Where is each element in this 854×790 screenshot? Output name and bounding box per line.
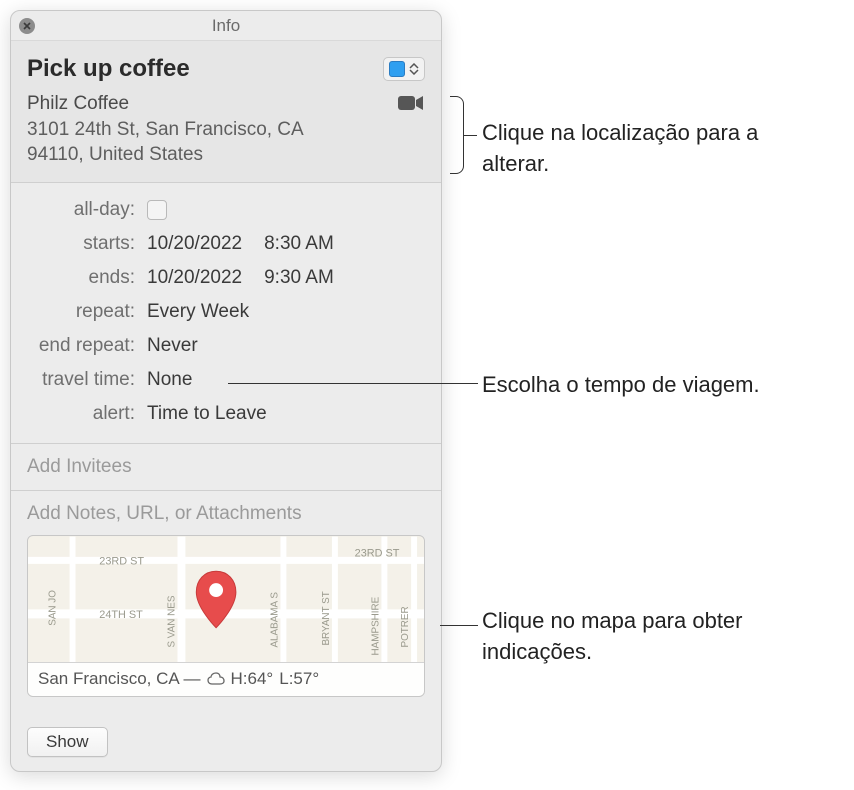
callout-connector <box>228 383 478 384</box>
close-icon <box>22 21 32 31</box>
callout-map: Clique no mapa para obter indicações. <box>482 606 812 668</box>
weather-lo: L:57° <box>279 669 319 689</box>
map-canvas: 23RD ST 23RD ST 24TH ST SAN JO S VAN NES… <box>28 536 424 664</box>
event-details: all-day: starts: 10/20/2022 8:30 AM ends… <box>11 183 441 444</box>
all-day-checkbox[interactable] <box>147 200 167 220</box>
location-line2: 3101 24th St, San Francisco, CA <box>27 117 304 143</box>
calendar-picker[interactable] <box>383 57 425 81</box>
titlebar: Info <box>11 11 441 41</box>
callout-travel-time: Escolha o tempo de viagem. <box>482 370 760 401</box>
callout-connector <box>440 625 478 626</box>
svg-text:SAN JO: SAN JO <box>48 590 59 626</box>
label-repeat: repeat: <box>27 301 147 323</box>
callout-brace <box>450 96 464 174</box>
starts-time[interactable]: 8:30 AM <box>264 233 334 255</box>
add-notes-field[interactable]: Add Notes, URL, or Attachments <box>11 491 441 535</box>
label-all-day: all-day: <box>27 199 147 221</box>
label-ends: ends: <box>27 267 147 289</box>
ends-time[interactable]: 9:30 AM <box>264 267 334 289</box>
footer: Show <box>11 713 441 771</box>
svg-text:BRYANT ST: BRYANT ST <box>321 591 332 645</box>
close-button[interactable] <box>19 18 35 34</box>
svg-text:POTRER: POTRER <box>400 606 411 647</box>
svg-text:ALABAMA S: ALABAMA S <box>269 592 280 648</box>
location-name: Philz Coffee <box>27 91 304 117</box>
label-travel-time: travel time: <box>27 369 147 391</box>
event-title[interactable]: Pick up coffee <box>27 55 190 83</box>
label-alert: alert: <box>27 403 147 425</box>
location-line3: 94110, United States <box>27 142 304 168</box>
repeat-value[interactable]: Every Week <box>147 301 249 323</box>
map-preview[interactable]: 23RD ST 23RD ST 24TH ST SAN JO S VAN NES… <box>27 535 425 697</box>
location-text: Philz Coffee 3101 24th St, San Francisco… <box>27 91 304 168</box>
label-end-repeat: end repeat: <box>27 335 147 357</box>
end-repeat-value[interactable]: Never <box>147 335 198 357</box>
svg-text:HAMPSHIRE: HAMPSHIRE <box>370 596 381 655</box>
window-title: Info <box>212 16 240 36</box>
weather-hi: H:64° <box>231 669 274 689</box>
show-button[interactable]: Show <box>27 727 108 757</box>
travel-time-value[interactable]: None <box>147 369 192 391</box>
cloud-icon <box>207 672 225 686</box>
callout-connector <box>463 135 477 136</box>
weather-city: San Francisco, CA — <box>38 669 201 689</box>
event-info-popover: Info Pick up coffee Philz Coffee 3101 24… <box>10 10 442 772</box>
starts-date[interactable]: 10/20/2022 <box>147 233 242 255</box>
callout-location: Clique na localização para a alterar. <box>482 118 812 180</box>
alert-value[interactable]: Time to Leave <box>147 403 267 425</box>
chevron-updown-icon <box>409 63 419 75</box>
svg-text:S VAN NES: S VAN NES <box>167 595 178 647</box>
svg-text:23RD ST: 23RD ST <box>99 555 144 567</box>
label-starts: starts: <box>27 233 147 255</box>
location-row[interactable]: Philz Coffee 3101 24th St, San Francisco… <box>27 91 425 168</box>
weather-bar: San Francisco, CA — H:64° L:57° <box>28 662 424 696</box>
video-call-icon[interactable] <box>397 93 425 119</box>
svg-text:23RD ST: 23RD ST <box>355 547 400 559</box>
calendar-color-swatch <box>389 61 405 77</box>
add-invitees-field[interactable]: Add Invitees <box>11 444 441 491</box>
ends-date[interactable]: 10/20/2022 <box>147 267 242 289</box>
event-header: Pick up coffee Philz Coffee 3101 24th St… <box>11 41 441 183</box>
svg-text:24TH ST: 24TH ST <box>99 609 143 621</box>
